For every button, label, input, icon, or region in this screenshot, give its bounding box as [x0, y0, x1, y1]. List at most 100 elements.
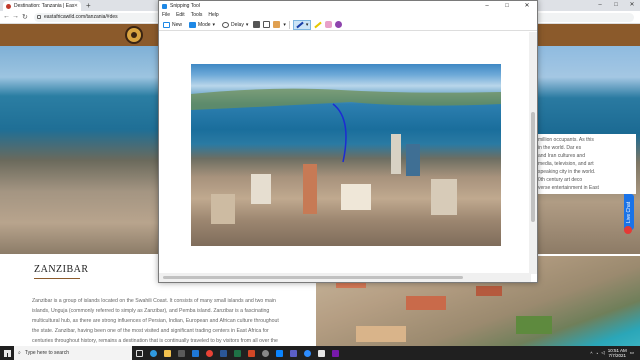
building-shape: [251, 174, 271, 204]
captured-image: [191, 64, 501, 246]
snip-canvas[interactable]: [159, 32, 527, 274]
favicon-icon: [6, 3, 11, 9]
tower-shape: [391, 134, 401, 174]
paint3d-icon[interactable]: [335, 21, 343, 28]
snipping-tool-window: Snipping Tool – □ ✕ File Edit Tools Help…: [158, 0, 538, 283]
pen-stroke: [332, 103, 347, 163]
windows-icon: [3, 349, 11, 357]
intro-line: in the world. Dar es: [538, 145, 582, 151]
maximize-icon[interactable]: □: [497, 1, 517, 11]
intro-text-fragment: million occupants. As this in the world.…: [536, 134, 636, 194]
edge-icon[interactable]: [146, 346, 160, 360]
scissors-icon: [163, 21, 170, 28]
word-icon[interactable]: [216, 346, 230, 360]
menu-edit[interactable]: Edit: [176, 11, 185, 19]
mode-label: Mode: [198, 21, 211, 28]
zoom-icon[interactable]: [300, 346, 314, 360]
notifications-icon[interactable]: ▭: [630, 350, 634, 356]
mail-icon[interactable]: [188, 346, 202, 360]
snip-title: Snipping Tool: [170, 3, 200, 9]
browser-window-controls: – □ ✕: [592, 0, 640, 11]
powerpoint-icon[interactable]: [244, 346, 258, 360]
vertical-scrollbar[interactable]: [529, 32, 537, 274]
building-shape: [431, 179, 457, 215]
clock-icon: [222, 21, 230, 28]
pen-button[interactable]: ▾: [292, 19, 312, 30]
maximize-icon[interactable]: □: [608, 0, 624, 11]
close-tab-icon[interactable]: ✕: [74, 3, 78, 9]
delay-button[interactable]: Delay ▾: [220, 21, 250, 29]
snip-window-controls: – □ ✕: [477, 1, 537, 11]
mode-button[interactable]: Mode ▾: [187, 21, 217, 29]
close-icon[interactable]: ✕: [517, 1, 537, 11]
roof-shape: [356, 326, 406, 342]
new-label: New: [172, 21, 183, 28]
store-icon[interactable]: [174, 346, 188, 360]
task-view-icon[interactable]: [132, 346, 146, 360]
roof-shape: [476, 286, 502, 296]
chevron-down-icon: ▾: [245, 21, 249, 28]
reload-icon[interactable]: ↻: [22, 13, 28, 21]
browser-tab[interactable]: Destination: Tanzania | East Afri... ✕: [3, 1, 81, 11]
live-chat-button[interactable]: Live Chat: [624, 194, 634, 230]
volume-icon[interactable]: ◁: [601, 350, 604, 356]
tree-shape: [516, 316, 552, 334]
save-icon[interactable]: [253, 21, 261, 28]
eraser-icon[interactable]: [325, 21, 333, 28]
chevron-up-icon[interactable]: ^: [590, 351, 592, 356]
start-button[interactable]: [0, 346, 14, 360]
search-icon: ⌕: [18, 350, 21, 356]
menu-tools[interactable]: Tools: [191, 11, 203, 19]
horizontal-scrollbar[interactable]: [159, 273, 531, 282]
heading-underline: [34, 278, 80, 279]
chevron-down-icon: ▾: [305, 21, 309, 28]
file-explorer-icon[interactable]: [160, 346, 174, 360]
teams-icon[interactable]: [286, 346, 300, 360]
snip-titlebar[interactable]: Snipping Tool – □ ✕: [159, 1, 537, 11]
new-snip-button[interactable]: New: [161, 21, 184, 29]
building-shape: [211, 194, 235, 224]
close-icon[interactable]: ✕: [624, 0, 640, 11]
chat-bubble-icon[interactable]: [624, 226, 632, 234]
toolbar-divider: [288, 20, 290, 29]
site-logo[interactable]: [125, 26, 143, 44]
tower-shape: [406, 144, 420, 176]
scroll-thumb[interactable]: [531, 112, 535, 222]
menu-file[interactable]: File: [162, 11, 170, 19]
send-snip-icon[interactable]: [273, 21, 281, 28]
forward-icon[interactable]: →: [12, 13, 19, 20]
building-shape: [341, 184, 371, 210]
scroll-thumb[interactable]: [163, 276, 463, 279]
new-tab-button[interactable]: +: [86, 1, 91, 10]
menu-help[interactable]: Help: [208, 11, 218, 19]
pen-icon: [296, 21, 304, 28]
clock[interactable]: 10:51 AM 7/7/2021: [608, 348, 627, 358]
snipping-tool-taskbar-icon[interactable]: [314, 346, 328, 360]
taskbar-search[interactable]: ⌕ Type here to search: [14, 346, 132, 360]
paragraph-line: the state. Zanzibar, having been one of …: [32, 328, 269, 334]
chevron-down-icon: ▾: [212, 21, 216, 28]
hero-image-left: [0, 46, 160, 254]
paragraph-line: islands, Unguja (commonly referred to si…: [32, 308, 270, 314]
onenote-icon[interactable]: [328, 346, 342, 360]
minimize-icon[interactable]: –: [477, 1, 497, 11]
chevron-down-icon[interactable]: ▾: [283, 22, 286, 28]
screen: Destination: Tanzania | East Afri... ✕ +…: [0, 0, 640, 360]
paragraph-line: Zanzibar is a group of islands located o…: [32, 298, 276, 304]
highlighter-icon[interactable]: [314, 21, 323, 28]
island-shape: [191, 88, 501, 110]
back-icon[interactable]: ←: [3, 13, 10, 20]
settings-icon[interactable]: [258, 346, 272, 360]
copy-icon[interactable]: [263, 21, 271, 28]
snipping-tool-icon: [162, 3, 167, 9]
lock-icon: [37, 15, 41, 19]
excel-icon[interactable]: [230, 346, 244, 360]
network-icon[interactable]: ◔: [596, 351, 599, 356]
city-illustration: [191, 88, 501, 224]
snip-toolbar: New Mode ▾ Delay ▾ ▾ ▾: [159, 19, 537, 31]
chrome-icon[interactable]: [202, 346, 216, 360]
photos-icon[interactable]: [272, 346, 286, 360]
clock-date: 7/7/2021: [608, 353, 626, 358]
minimize-icon[interactable]: –: [592, 0, 608, 11]
paragraph-line: multicultural hub, as there are strong i…: [32, 318, 279, 324]
